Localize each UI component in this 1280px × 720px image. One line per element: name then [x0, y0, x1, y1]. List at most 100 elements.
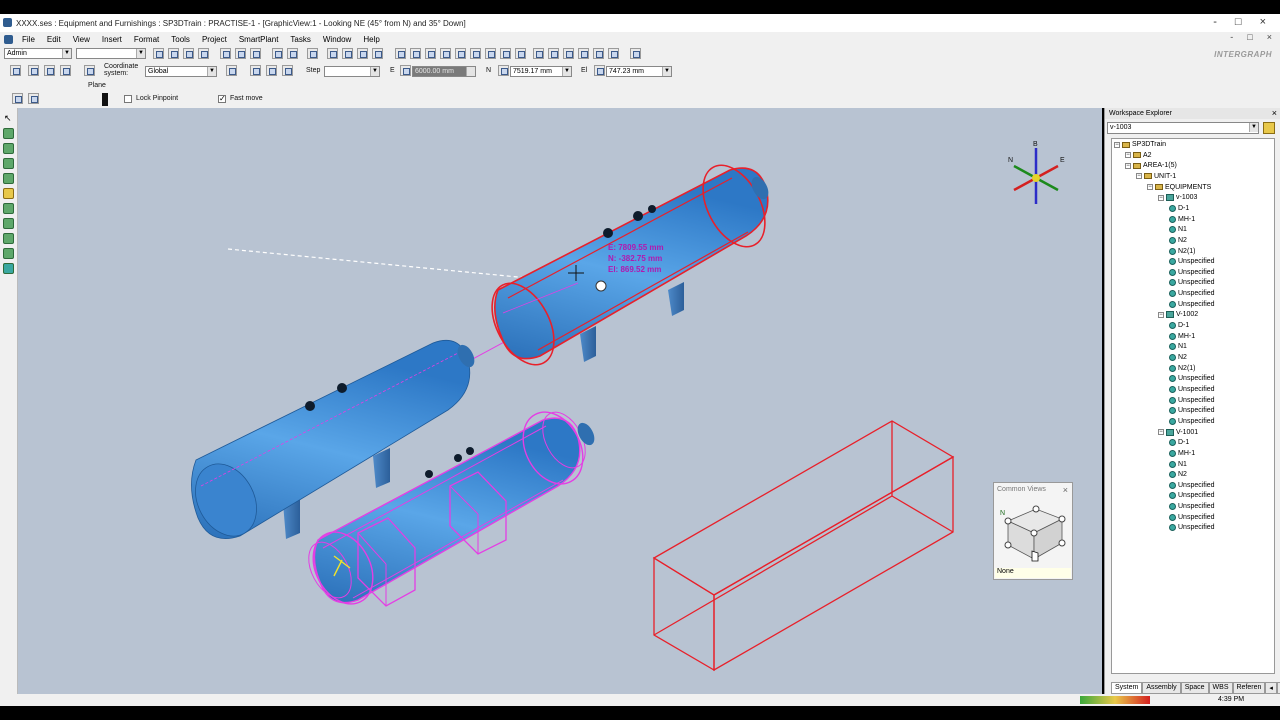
- tree-node-v-1001[interactable]: − V-1001: [1158, 428, 1198, 436]
- tree-node-unspecified[interactable]: Unspecified: [1169, 492, 1215, 500]
- tab-space[interactable]: Space: [1180, 682, 1209, 694]
- rotate-icon[interactable]: [425, 48, 436, 59]
- snap-icon[interactable]: [327, 48, 338, 59]
- tree-node-unspecified[interactable]: Unspecified: [1169, 385, 1215, 393]
- place-ladder-icon[interactable]: [3, 248, 14, 259]
- tree-expand-toggle[interactable]: −: [1158, 311, 1164, 318]
- tree-node-mh-1[interactable]: MH-1: [1169, 332, 1195, 340]
- tree-node-unspecified[interactable]: Unspecified: [1169, 258, 1215, 266]
- render-icon[interactable]: [485, 48, 496, 59]
- tree-node-sp3dtrain[interactable]: − SP3DTrain: [1114, 141, 1166, 148]
- delete-icon[interactable]: [250, 48, 261, 59]
- minimize-button[interactable]: -: [1213, 16, 1217, 28]
- help-icon[interactable]: [630, 48, 641, 59]
- tree-node-unspecified[interactable]: Unspecified: [1169, 375, 1215, 383]
- pinpoint-icon[interactable]: [357, 48, 368, 59]
- reposition-icon[interactable]: [44, 65, 55, 76]
- tree-node-n1[interactable]: N1: [1169, 460, 1187, 468]
- place-nozzle-icon[interactable]: [3, 143, 14, 154]
- tree-node-unspecified[interactable]: Unspecified: [1169, 524, 1215, 532]
- copy-icon[interactable]: [220, 48, 231, 59]
- tree-node-n1[interactable]: N1: [1169, 226, 1187, 234]
- coordinate-system-combo[interactable]: Global ▼: [145, 66, 217, 77]
- tree-node-v-1002[interactable]: − V-1002: [1158, 311, 1198, 319]
- tree-node-d-1[interactable]: D-1: [1169, 204, 1189, 212]
- tree-node-d-1[interactable]: D-1: [1169, 439, 1189, 447]
- place-shape-icon[interactable]: [3, 173, 14, 184]
- child-close-button[interactable]: ×: [1267, 32, 1272, 42]
- n-lock-icon[interactable]: [498, 65, 509, 76]
- graphic-view[interactable]: E: 7809.55 mm N: -382.75 mm El: 869.52 m…: [18, 108, 1102, 694]
- wireframe-box[interactable]: [652, 420, 955, 672]
- tab-wbs[interactable]: WBS: [1208, 682, 1233, 694]
- zoom-area-icon[interactable]: [410, 48, 421, 59]
- cube-vertex[interactable]: [1058, 515, 1066, 523]
- menu-smartplant[interactable]: SmartPlant: [233, 35, 285, 44]
- select-icon[interactable]: [515, 48, 526, 59]
- child-restore-button[interactable]: □: [1247, 32, 1252, 42]
- tree-node-unspecified[interactable]: Unspecified: [1169, 503, 1215, 511]
- plane-tool-b-icon[interactable]: [28, 93, 39, 104]
- role-combo[interactable]: Admin ▼: [4, 48, 72, 59]
- tab-scroll-left[interactable]: ◂: [1265, 682, 1277, 694]
- refresh-icon[interactable]: [287, 48, 298, 59]
- tree-node-n1[interactable]: N1: [1169, 343, 1187, 351]
- place-port-icon[interactable]: [3, 218, 14, 229]
- explorer-tree[interactable]: − SP3DTrain − A2− AREA-1(5) − UNIT-1− EQUIPMENT…: [1111, 138, 1275, 674]
- place-equipment-icon[interactable]: [3, 128, 14, 139]
- previous-view-icon[interactable]: [578, 48, 589, 59]
- tree-node-unspecified[interactable]: Unspecified: [1169, 481, 1215, 489]
- zoom-out-icon[interactable]: [563, 48, 574, 59]
- target-icon[interactable]: [28, 65, 39, 76]
- tree-node-unspecified[interactable]: Unspecified: [1169, 279, 1215, 287]
- explorer-folder-icon[interactable]: [1263, 122, 1275, 134]
- place-system-icon[interactable]: [3, 263, 14, 274]
- tree-expand-toggle[interactable]: −: [1136, 173, 1142, 180]
- tree-node-n2[interactable]: N2: [1169, 354, 1187, 361]
- cube-vertex[interactable]: [1004, 517, 1012, 525]
- close-icon[interactable]: ×: [1063, 485, 1068, 495]
- cube-vertex[interactable]: [1058, 539, 1066, 547]
- step-combo[interactable]: ▼: [324, 66, 380, 77]
- explorer-filter-combo[interactable]: v-1003 ▼: [1107, 122, 1259, 134]
- new-icon[interactable]: [153, 48, 164, 59]
- tree-node-unspecified[interactable]: Unspecified: [1169, 417, 1215, 425]
- plane-swatch[interactable]: [102, 93, 108, 106]
- lock-pinpoint-checkbox[interactable]: [124, 95, 132, 103]
- menu-project[interactable]: Project: [196, 35, 233, 44]
- spherical-mode-icon[interactable]: [282, 65, 293, 76]
- tree-node-v-1003[interactable]: − v-1003: [1158, 194, 1197, 202]
- tree-node-n2[interactable]: N2: [1169, 236, 1187, 244]
- clip-icon[interactable]: [470, 48, 481, 59]
- menu-view[interactable]: View: [67, 35, 96, 44]
- child-minimize-button[interactable]: -: [1230, 32, 1233, 42]
- tree-node-unspecified[interactable]: Unspecified: [1169, 396, 1215, 404]
- el-lock-icon[interactable]: [594, 65, 605, 76]
- tab-reference[interactable]: Referen: [1232, 682, 1266, 694]
- tree-node-n2[interactable]: N2: [1169, 471, 1187, 479]
- e-coordinate-input[interactable]: 6000.00 mm ▼: [412, 66, 476, 77]
- coordinate-edit-icon[interactable]: [226, 65, 237, 76]
- relative-mode-icon[interactable]: [250, 65, 261, 76]
- plane-tool-a-icon[interactable]: [12, 93, 23, 104]
- tree-node-unspecified[interactable]: Unspecified: [1169, 300, 1215, 308]
- tree-node-area-1-5-[interactable]: − AREA-1(5): [1125, 162, 1177, 169]
- paste-icon[interactable]: [235, 48, 246, 59]
- pan-icon[interactable]: [440, 48, 451, 59]
- tree-node-n2-1-[interactable]: N2(1): [1169, 247, 1196, 255]
- next-view-icon[interactable]: [593, 48, 604, 59]
- undo-icon[interactable]: [307, 48, 318, 59]
- save-icon[interactable]: [183, 48, 194, 59]
- graphic-view-canvas[interactable]: E: 7809.55 mm N: -382.75 mm El: 869.52 m…: [18, 108, 1102, 694]
- common-views-icon[interactable]: [608, 48, 619, 59]
- measure-icon[interactable]: [342, 48, 353, 59]
- common-views-cube[interactable]: N: [998, 501, 1070, 567]
- tree-node-unspecified[interactable]: Unspecified: [1169, 407, 1215, 415]
- maximize-button[interactable]: □: [1235, 16, 1242, 28]
- close-button[interactable]: ×: [1260, 16, 1266, 28]
- properties-icon[interactable]: [272, 48, 283, 59]
- menu-file[interactable]: File: [16, 35, 41, 44]
- cube-vertex[interactable]: [1032, 505, 1040, 513]
- n-coordinate-input[interactable]: 7519.17 mm ▼: [510, 66, 572, 77]
- tree-expand-toggle[interactable]: −: [1158, 194, 1164, 201]
